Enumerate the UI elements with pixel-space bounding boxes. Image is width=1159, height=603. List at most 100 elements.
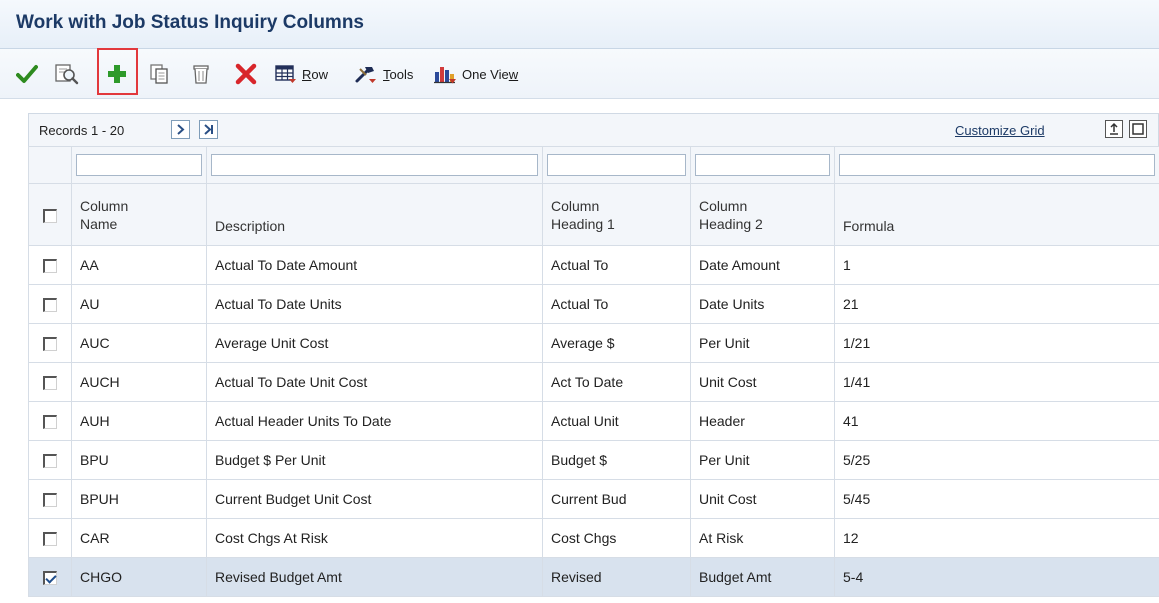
row-select-cell — [28, 479, 72, 519]
find-icon — [55, 64, 79, 85]
table-row[interactable]: AU Actual To Date Units Actual To Date Unit… — [28, 284, 1159, 324]
filter-heading-2-input[interactable] — [695, 154, 830, 176]
filter-cell — [206, 146, 543, 184]
row-checkbox[interactable] — [43, 571, 57, 586]
next-page-button[interactable] — [171, 120, 190, 139]
table-row[interactable]: BPUH Current Budget Unit Cost Current Bud U… — [28, 479, 1159, 519]
select-all-checkbox[interactable] — [43, 208, 57, 223]
row-menu[interactable]: Row — [275, 49, 328, 99]
filter-cell — [690, 146, 835, 184]
cell-heading-2: Header — [690, 401, 835, 441]
table-row[interactable]: AA Actual To Date Amount Actual To Date Amo… — [28, 245, 1159, 285]
table-row[interactable]: AUC Average Unit Cost Average $ Per Unit 1/2… — [28, 323, 1159, 363]
column-header-description[interactable]: Description — [206, 183, 543, 246]
table-row[interactable]: AUH Actual Header Units To Date Actual Uni… — [28, 401, 1159, 441]
cell-heading-1: Budget $ — [542, 440, 691, 480]
filter-heading-1-input[interactable] — [547, 154, 686, 176]
row-checkbox[interactable] — [43, 259, 57, 274]
cell-heading-1: Current Bud — [542, 479, 691, 519]
cell-heading-2: Date Amount — [690, 245, 835, 285]
cell-description: Average Unit Cost — [206, 323, 543, 363]
row-checkbox[interactable] — [43, 454, 57, 469]
cell-heading-2: Per Unit — [690, 440, 835, 480]
tools-menu[interactable]: Tools — [354, 49, 413, 99]
row-select-cell — [28, 245, 72, 285]
find-button[interactable] — [54, 49, 80, 99]
query-by-example-row — [28, 146, 1159, 184]
last-page-button[interactable] — [199, 120, 218, 139]
row-checkbox[interactable] — [43, 298, 57, 313]
export-icon[interactable] — [1105, 120, 1123, 138]
row-checkbox[interactable] — [43, 337, 57, 352]
filter-cell — [834, 146, 1159, 184]
column-header-heading-1[interactable]: Column Heading 1 — [542, 183, 691, 246]
one-view-label: One View — [462, 66, 519, 82]
close-button[interactable] — [235, 49, 257, 99]
title-bar: Work with Job Status Inquiry Columns — [0, 0, 1159, 49]
select-all-cell — [28, 183, 72, 246]
row-select-cell — [28, 518, 72, 558]
column-header-heading-2[interactable]: Column Heading 2 — [690, 183, 835, 246]
page-title: Work with Job Status Inquiry Columns — [16, 12, 365, 33]
row-checkbox[interactable] — [43, 376, 57, 391]
column-header-formula[interactable]: Formula — [834, 183, 1159, 246]
cell-heading-1: Actual To — [542, 284, 691, 324]
chevron-right-icon — [177, 124, 185, 135]
cell-heading-2: Unit Cost — [690, 479, 835, 519]
select-button[interactable] — [16, 49, 38, 99]
row-checkbox[interactable] — [43, 415, 57, 430]
cell-heading-1: Actual To — [542, 245, 691, 285]
table-row[interactable]: CHGO Revised Budget Amt Revised Budget Amt 5… — [28, 557, 1159, 597]
table-row[interactable]: CAR Cost Chgs At Risk Cost Chgs At Risk 12 — [28, 518, 1159, 558]
one-view-menu[interactable]: One View — [433, 49, 518, 99]
row-select-cell — [28, 284, 72, 324]
cell-formula: 5-4 — [834, 557, 1159, 597]
cell-column-name: BPU — [71, 440, 207, 480]
table-row[interactable]: AUCH Actual To Date Unit Cost Act To Date U… — [28, 362, 1159, 402]
filter-cell — [542, 146, 691, 184]
filter-spacer — [28, 146, 72, 184]
grid-body: AA Actual To Date Amount Actual To Date Amo… — [28, 245, 1159, 597]
copy-button[interactable] — [149, 49, 169, 99]
row-select-cell — [28, 440, 72, 480]
cell-heading-1: Cost Chgs — [542, 518, 691, 558]
row-select-cell — [28, 362, 72, 402]
cell-description: Revised Budget Amt — [206, 557, 543, 597]
delete-button[interactable] — [192, 49, 210, 99]
check-icon — [16, 65, 38, 83]
row-checkbox[interactable] — [43, 532, 57, 547]
column-header-row: Column Name Description Column Heading 1 C… — [28, 183, 1159, 246]
cell-column-name: AUH — [71, 401, 207, 441]
cell-formula: 21 — [834, 284, 1159, 324]
close-icon — [235, 63, 257, 85]
column-header-name[interactable]: Column Name — [71, 183, 207, 246]
columns-grid: Column Name Description Column Heading 1 C… — [28, 146, 1159, 597]
row-select-cell — [28, 557, 72, 597]
cell-column-name: AUC — [71, 323, 207, 363]
cell-column-name: BPUH — [71, 479, 207, 519]
cell-formula: 5/45 — [834, 479, 1159, 519]
row-select-cell — [28, 323, 72, 363]
cell-description: Actual Header Units To Date — [206, 401, 543, 441]
row-select-cell — [28, 401, 72, 441]
cell-formula: 1 — [834, 245, 1159, 285]
row-menu-label: Row — [302, 66, 329, 82]
row-menu-icon — [275, 65, 296, 83]
customize-grid-link[interactable]: Customize Grid — [955, 123, 1045, 138]
filter-column-name-input[interactable] — [76, 154, 202, 176]
cell-formula: 41 — [834, 401, 1159, 441]
filter-formula-input[interactable] — [839, 154, 1155, 176]
cell-description: Budget $ Per Unit — [206, 440, 543, 480]
tools-menu-label: Tools — [383, 66, 414, 82]
cell-heading-2: At Risk — [690, 518, 835, 558]
table-row[interactable]: BPU Budget $ Per Unit Budget $ Per Unit 5/25 — [28, 440, 1159, 480]
cell-heading-1: Revised — [542, 557, 691, 597]
cell-description: Actual To Date Units — [206, 284, 543, 324]
cell-description: Current Budget Unit Cost — [206, 479, 543, 519]
row-checkbox[interactable] — [43, 493, 57, 508]
maximize-grid-icon[interactable] — [1129, 120, 1147, 138]
cell-heading-2: Date Units — [690, 284, 835, 324]
cell-heading-2: Per Unit — [690, 323, 835, 363]
filter-description-input[interactable] — [211, 154, 538, 176]
cell-column-name: CHGO — [71, 557, 207, 597]
